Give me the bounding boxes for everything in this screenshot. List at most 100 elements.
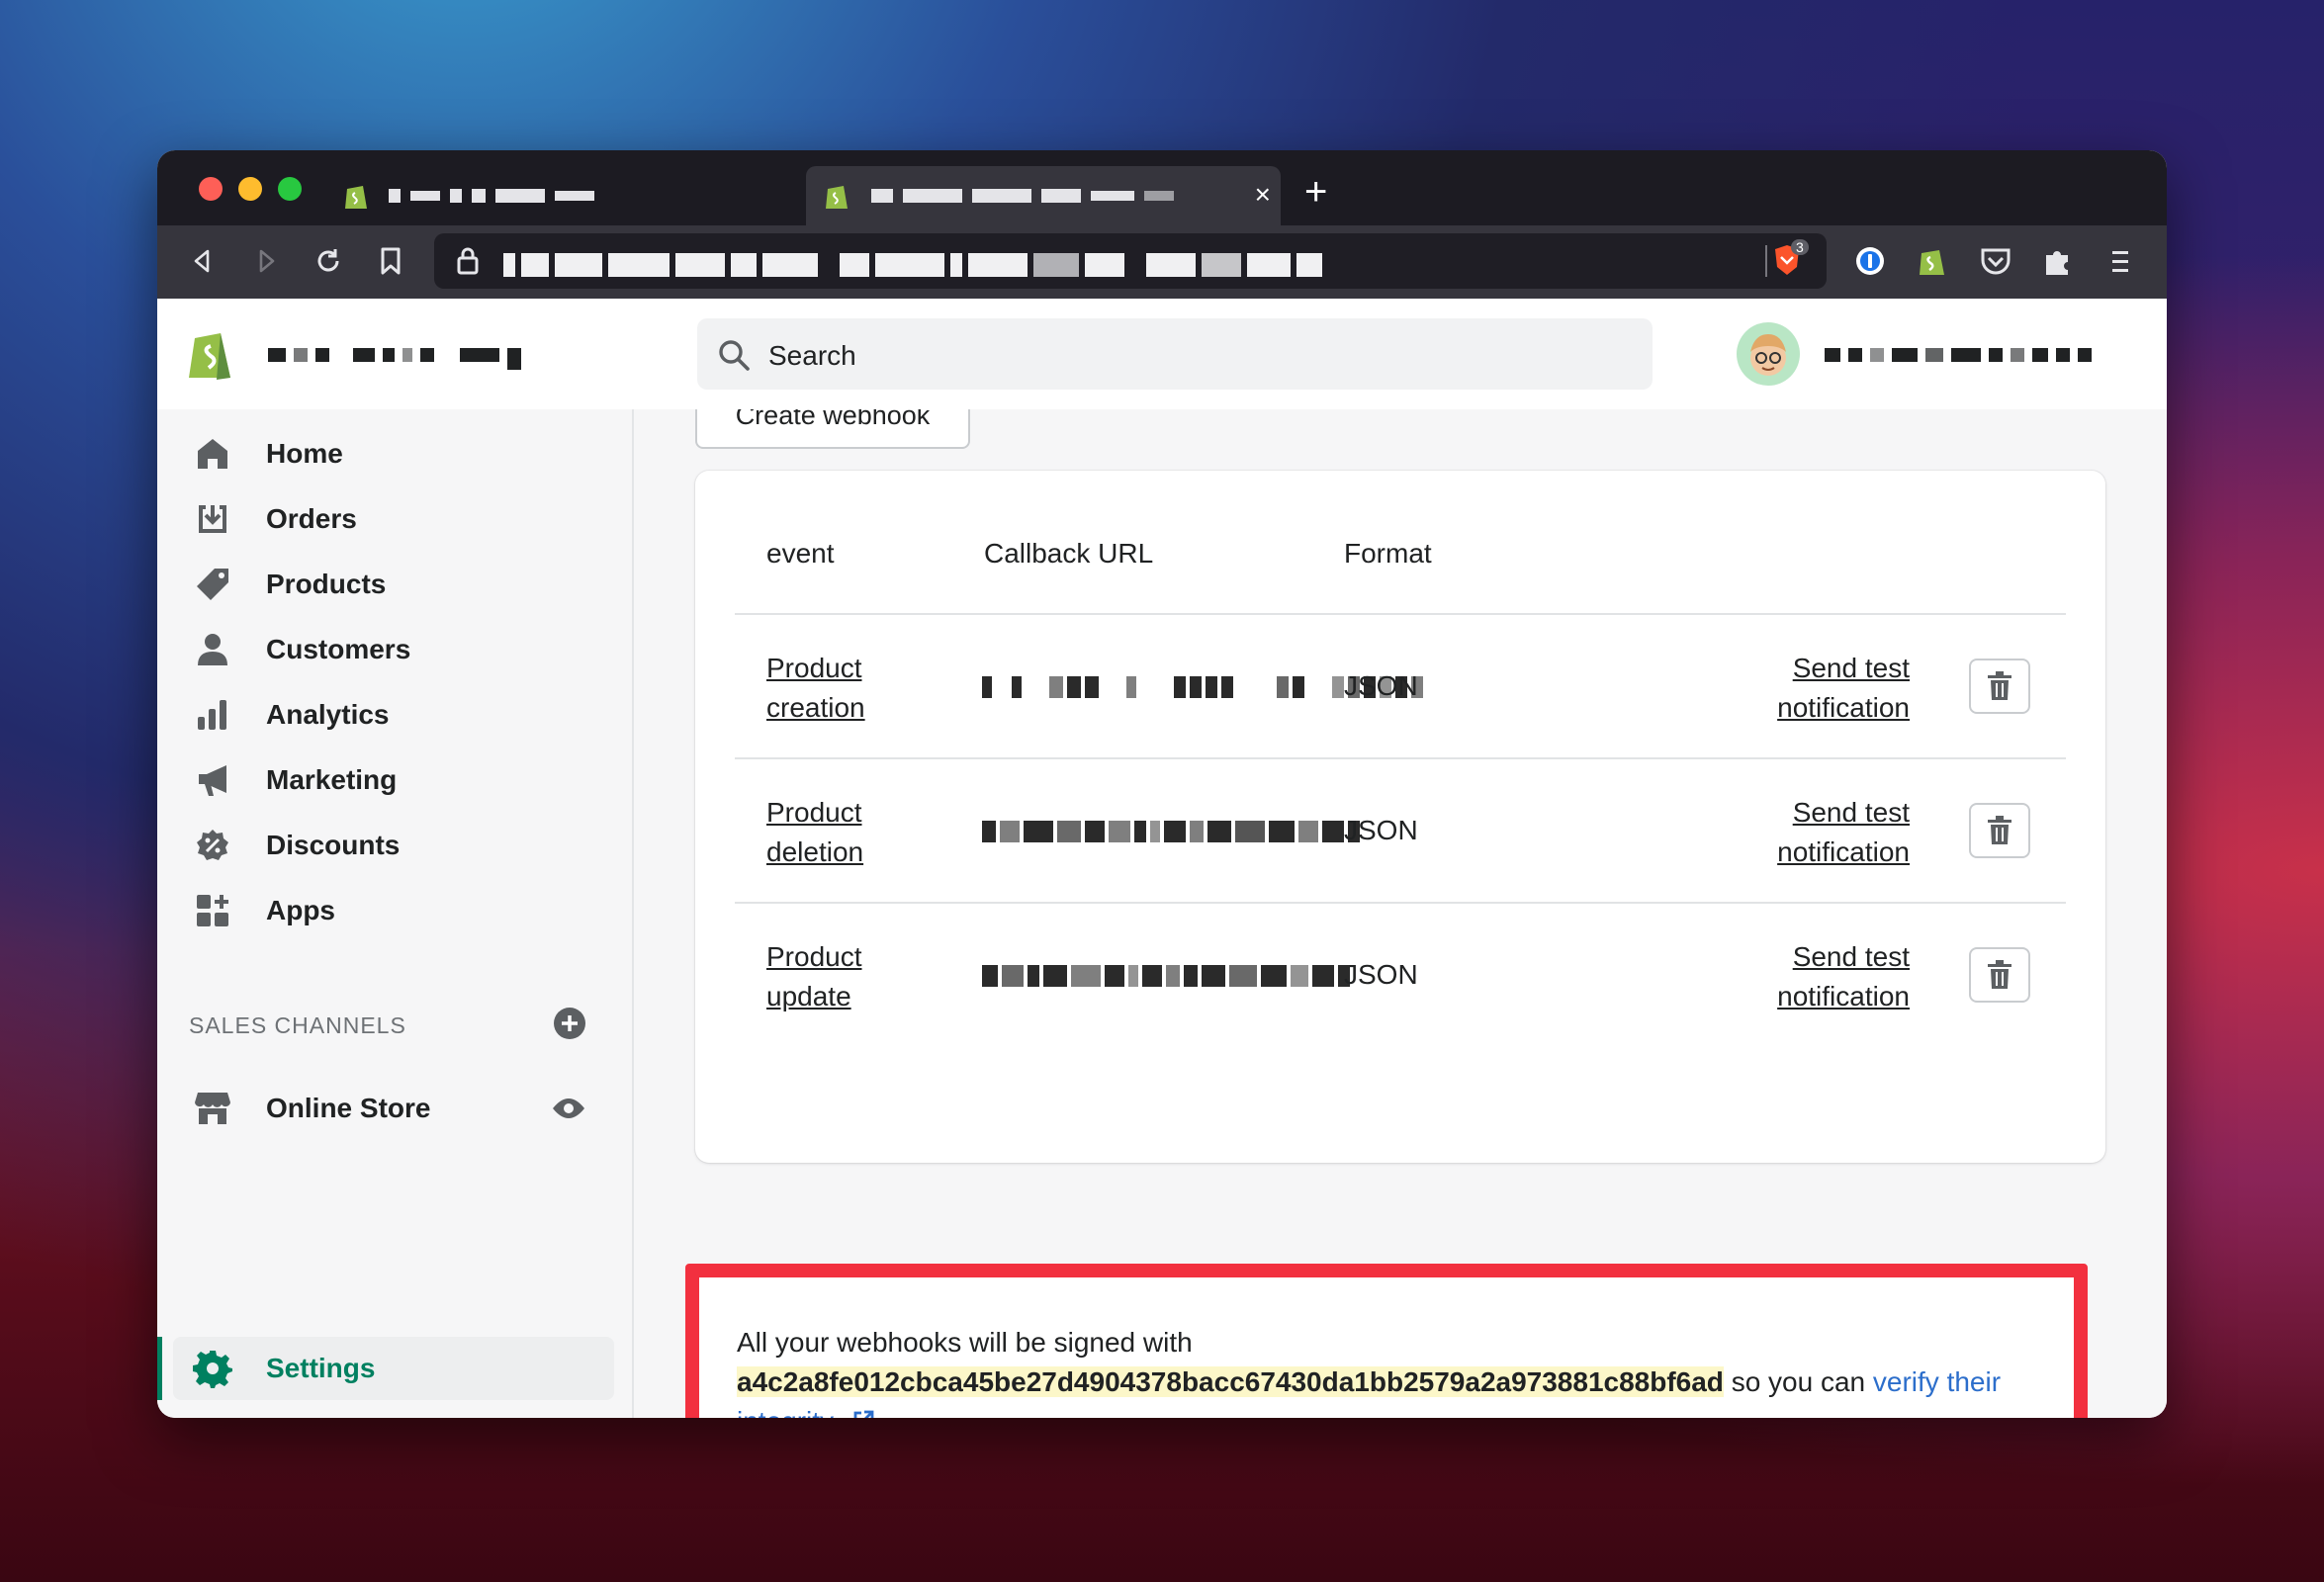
column-header-format: Format [1344,538,1432,569]
sidebar-item-label: Products [266,569,387,599]
bar-chart-icon [193,695,232,735]
external-link-icon [853,1410,873,1418]
gear-icon [193,1349,232,1388]
create-webhook-label: Create webhook [735,409,931,430]
table-row: Product update JSON Send test notificati… [735,902,2066,1048]
minimize-window-button[interactable] [238,177,262,201]
main-content: Create webhook event Callback URL Format… [634,409,2167,1418]
delete-webhook-button[interactable] [1969,659,2030,714]
search-placeholder: Search [768,340,856,371]
sidebar-item-label: Customers [266,634,411,664]
format-value: JSON [1344,670,1418,701]
app-header: Search [157,299,2167,411]
sidebar-item-discounts[interactable]: Discounts [193,821,400,870]
sidebar-item-settings-content[interactable]: Settings [193,1344,375,1393]
maximize-window-button[interactable] [278,177,302,201]
close-window-button[interactable] [199,177,223,201]
create-webhook-button[interactable]: Create webhook [695,409,970,449]
send-test-notification-link[interactable]: Send test notification [1724,649,1910,728]
bookmark-button[interactable] [373,243,408,279]
new-tab-button[interactable]: + [1304,172,1327,212]
store-name-redacted[interactable] [268,348,521,370]
sidebar-item-label: Settings [266,1353,376,1383]
address-bar[interactable] [434,233,1827,289]
browser-tab-inactive[interactable] [325,166,790,225]
format-value: JSON [1344,815,1418,845]
settings-active-indicator [157,1337,162,1400]
sidebar-item-label: Marketing [266,764,398,795]
trash-icon [1988,671,2011,700]
avatar[interactable] [1737,322,1800,386]
table-row: Product creation JSON Send test notifica… [735,613,2066,759]
sidebar-item-label: Home [266,438,343,469]
store-icon [193,1089,232,1128]
format-value: JSON [1344,959,1418,990]
eye-icon[interactable] [551,1096,586,1121]
forward-icon [259,249,275,273]
column-header-event: event [766,538,835,569]
brave-badge: 3 [1791,239,1809,255]
delete-webhook-button[interactable] [1969,947,2030,1003]
extensions-button[interactable] [2040,243,2076,279]
trash-icon [1988,960,2011,989]
send-test-notification-link[interactable]: Send test notification [1724,793,1910,872]
sidebar-item-online-store[interactable]: Online Store [193,1084,430,1133]
event-link-line: creation [766,692,865,723]
reload-button[interactable] [311,243,346,279]
send-test-line: notification [1777,836,1910,867]
callback-url-redacted [982,965,1350,987]
sidebar-item-orders[interactable]: Orders [193,494,357,544]
browser-toolbar: 3 [157,225,2167,299]
webhooks-card: event Callback URL Format Product creati… [695,471,2105,1163]
callback-url-redacted [982,821,1360,842]
sidebar-item-home[interactable]: Home [193,429,343,479]
sidebar-item-apps[interactable]: Apps [193,886,335,935]
pocket-button[interactable] [1978,243,2013,279]
send-test-line: notification [1777,981,1910,1011]
apps-icon [193,891,232,930]
puzzle-icon [2046,251,2068,275]
sidebar-item-marketing[interactable]: Marketing [193,755,397,805]
event-link[interactable]: Product creation [766,649,865,728]
browser-tab-active[interactable]: × [806,166,1281,225]
webhook-signature-notice: All your webhooks will be signed with a4… [685,1264,2088,1418]
shopify-logo-icon[interactable] [185,324,236,382]
orders-icon [193,499,232,539]
sidebar-item-analytics[interactable]: Analytics [193,690,390,740]
send-test-notification-link[interactable]: Send test notification [1724,937,1910,1016]
tab-title-redacted [389,189,604,203]
sidebar-item-products[interactable]: Products [193,560,386,609]
megaphone-icon [193,760,232,800]
webhook-signing-secret: a4c2a8fe012cbca45be27d4904378bacc67430da… [737,1366,1724,1397]
tab-title-redacted [871,189,1184,203]
1password-icon [1856,247,1884,275]
column-header-callback-url: Callback URL [984,538,1154,569]
forward-button[interactable] [248,243,284,279]
user-name-redacted[interactable] [1825,348,2092,362]
back-button[interactable] [185,243,221,279]
search-bar[interactable]: Search [697,318,1653,390]
sidebar-item-customers[interactable]: Customers [193,625,410,674]
notice-middle: so you can [1731,1366,1866,1397]
pocket-icon [1981,248,2011,275]
lock-icon [457,247,479,275]
sidebar-item-label: Analytics [266,699,390,730]
shopify-extension[interactable] [1915,243,1950,279]
brave-shields-button[interactable]: 3 [1769,239,1809,279]
back-icon [194,249,210,273]
shopify-bag-icon [1920,250,1944,275]
sidebar-item-label: Orders [266,503,357,534]
event-link[interactable]: Product deletion [766,793,863,872]
sidebar-item-label: Online Store [266,1093,431,1123]
event-link-line: Product [766,653,862,683]
menu-button[interactable] [2102,243,2138,279]
memoji-avatar-icon [1750,334,1786,376]
sidebar: Home Orders Products Customers Analytics… [157,409,634,1418]
address-bar-divider [1765,245,1767,277]
password-manager-extension[interactable] [1852,243,1888,279]
add-sales-channel-icon[interactable] [553,1007,586,1040]
trash-icon [1988,816,2011,844]
close-tab-icon[interactable]: × [1255,180,1271,210]
event-link[interactable]: Product update [766,937,862,1016]
delete-webhook-button[interactable] [1969,803,2030,858]
